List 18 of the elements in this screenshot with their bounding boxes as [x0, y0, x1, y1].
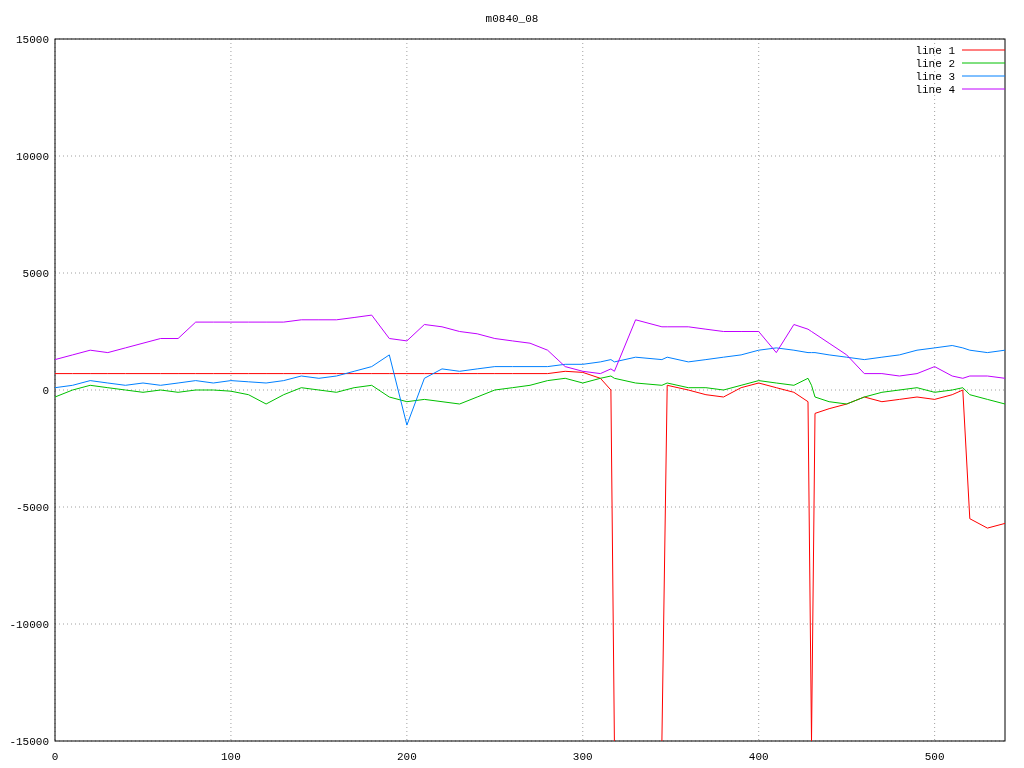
legend-label: line 1 — [915, 45, 955, 57]
chart-title: m0840_08 — [485, 13, 539, 25]
x-tick-label: 300 — [572, 751, 593, 763]
x-tick-label: 100 — [221, 751, 241, 763]
y-tick-label: 10000 — [16, 151, 49, 163]
x-tick-label: 200 — [396, 751, 417, 763]
x-tick-label: 0 — [51, 751, 59, 763]
y-tick-label: -10000 — [9, 619, 49, 631]
x-tick-label: 500 — [924, 751, 945, 763]
y-tick-label: -15000 — [9, 736, 49, 748]
y-tick-label: -5000 — [16, 502, 49, 514]
y-tick-label: 0 — [42, 385, 49, 397]
legend-label: line 4 — [915, 84, 955, 96]
x-tick-label: 400 — [748, 751, 769, 763]
legend-label: line 3 — [915, 71, 955, 83]
y-tick-label: 5000 — [22, 268, 49, 280]
legend-label: line 2 — [915, 58, 955, 70]
y-tick-label: 15000 — [16, 34, 49, 46]
